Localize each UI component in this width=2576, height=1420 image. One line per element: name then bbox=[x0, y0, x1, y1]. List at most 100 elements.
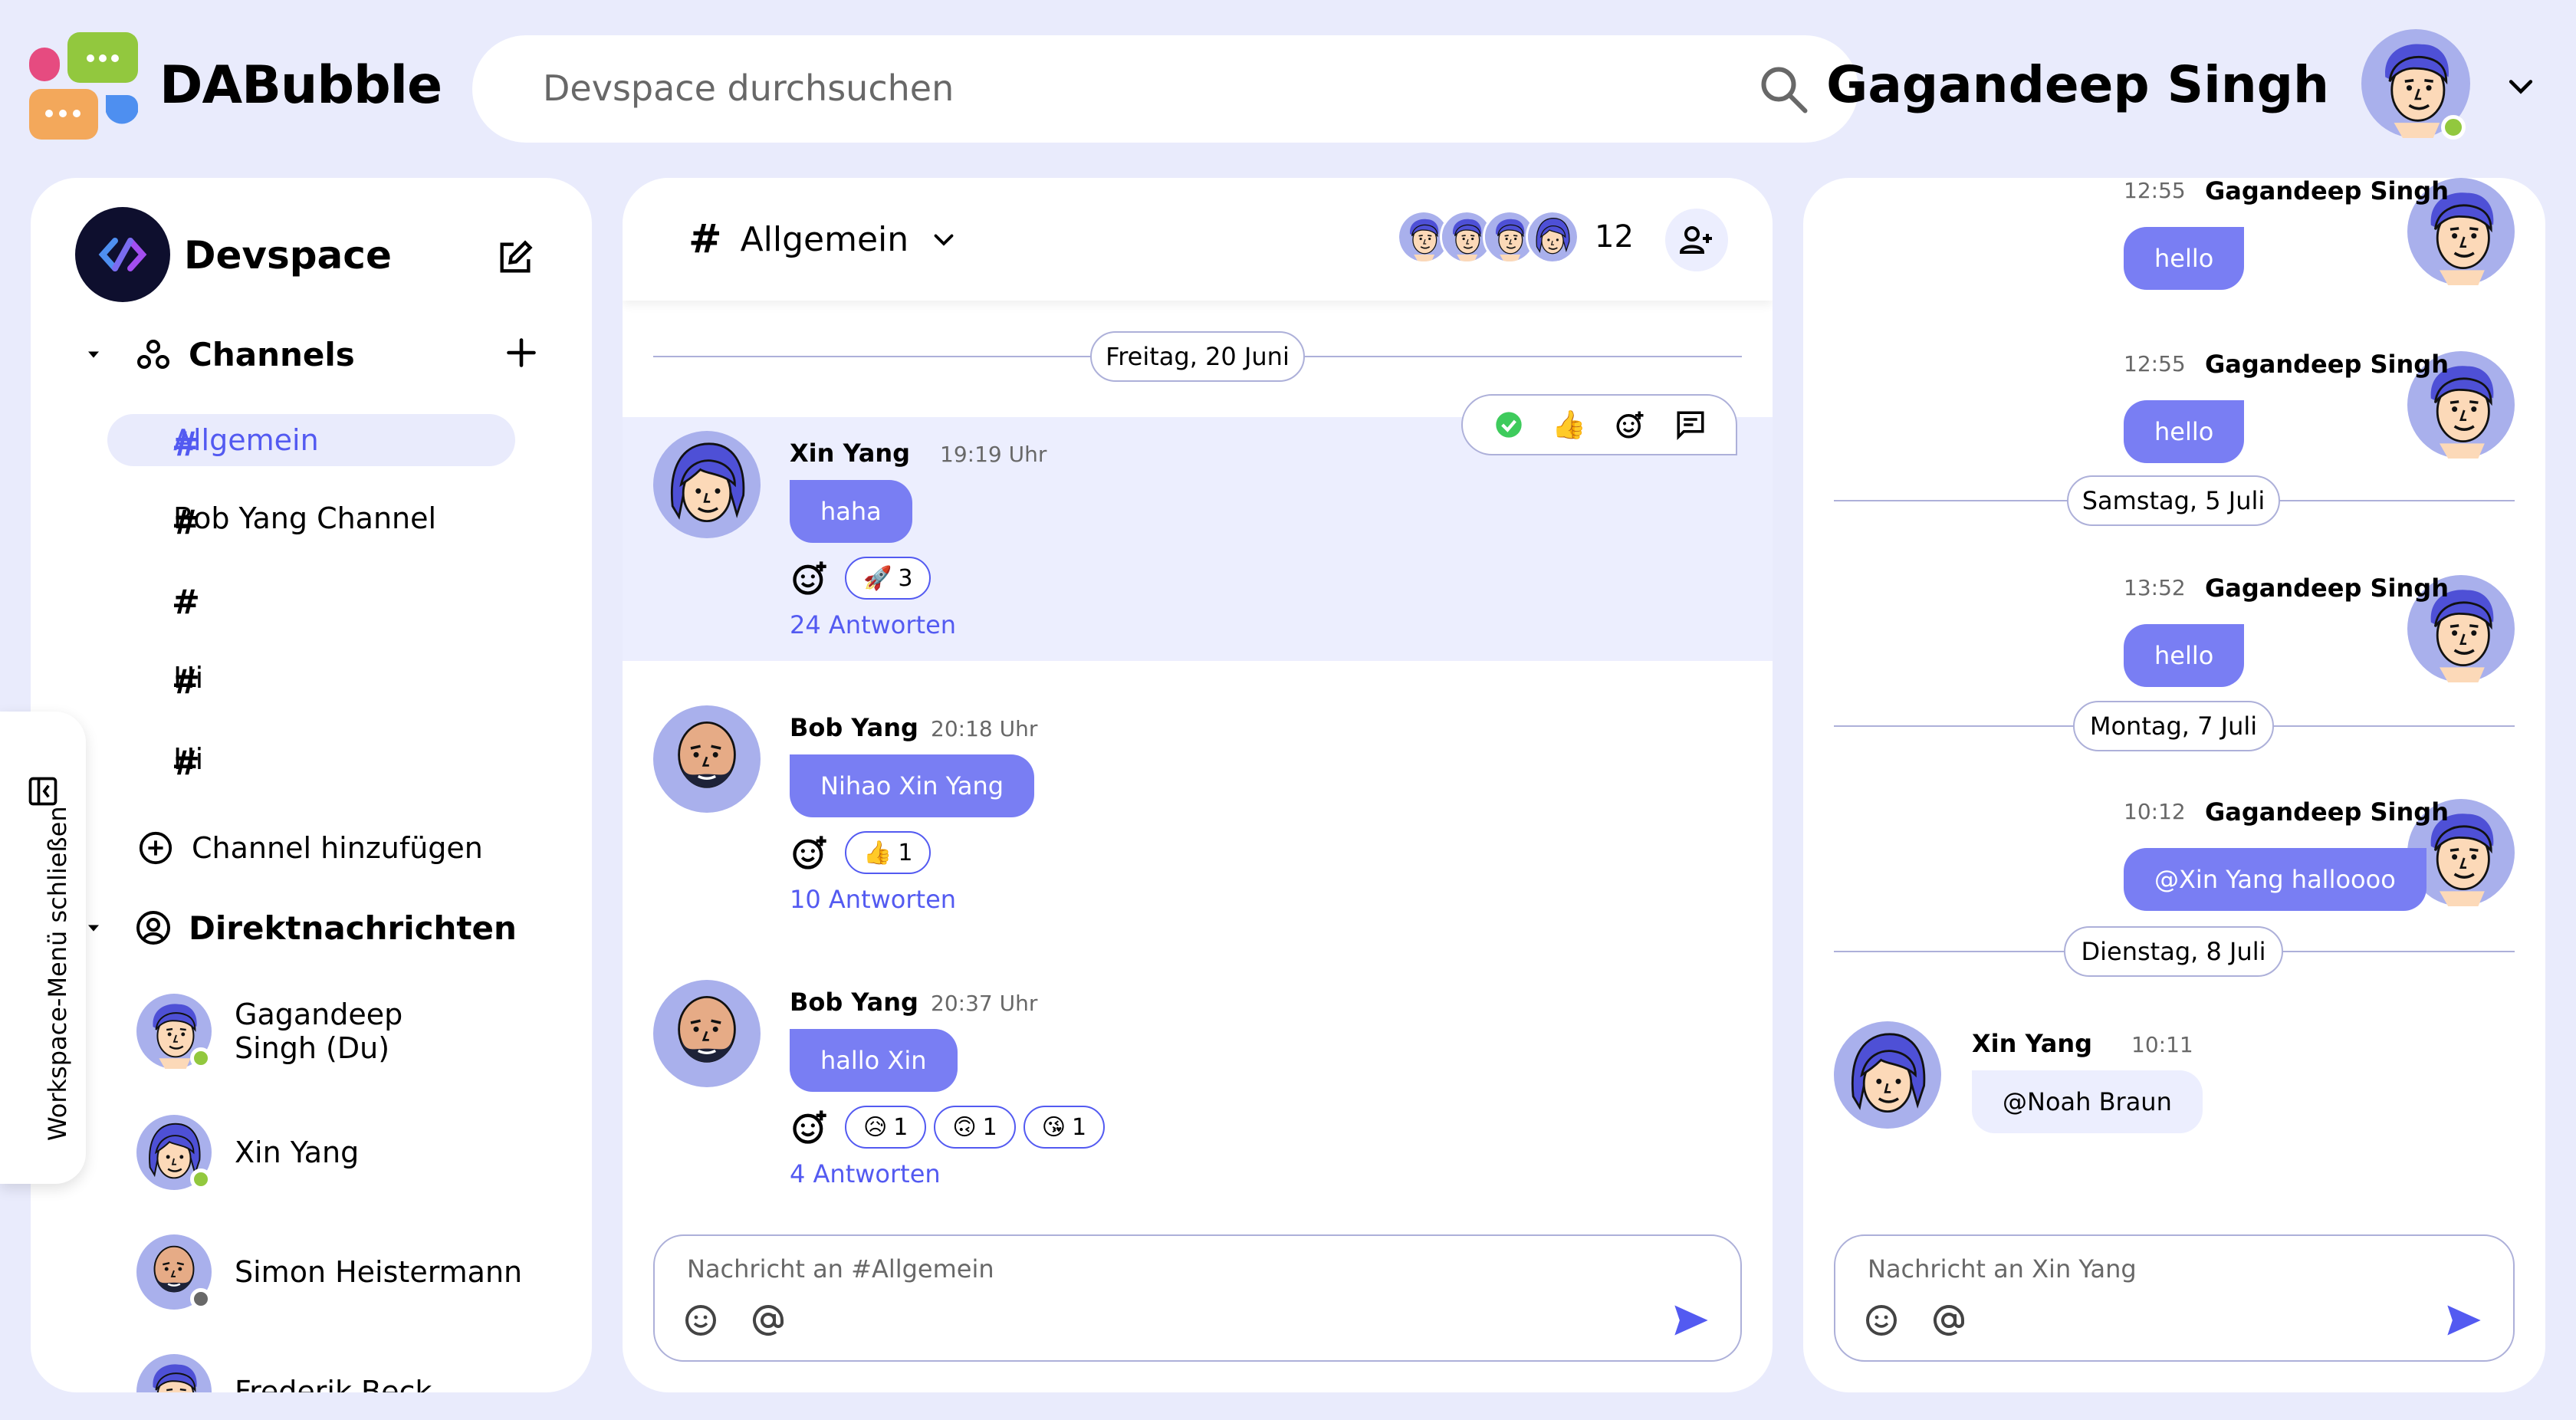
add-channel-plus-icon[interactable] bbox=[504, 336, 538, 370]
add-person-icon bbox=[1679, 226, 1712, 254]
caret-down-icon bbox=[88, 351, 99, 358]
channel-item-bob-yang-channel[interactable]: # Bob Yang Channel bbox=[107, 492, 515, 544]
own-message[interactable]: 12:55 Gagandeep Singh hello bbox=[1840, 350, 2515, 466]
search-placeholder: Devspace durchsuchen bbox=[543, 67, 955, 109]
replies-link[interactable]: 4 Antworten bbox=[790, 1159, 941, 1188]
composer-placeholder: Nachricht an #Allgemein bbox=[687, 1254, 994, 1284]
workspace-menu-toggle[interactable]: Workspace-Menü schließen bbox=[0, 712, 86, 1184]
avatar bbox=[653, 980, 761, 1087]
reaction-chip[interactable]: 😘 1 bbox=[1023, 1106, 1106, 1149]
search-bar[interactable]: Devspace durchsuchen bbox=[472, 35, 1858, 143]
message-author[interactable]: Gagandeep Singh bbox=[2205, 797, 2449, 827]
hash-icon: # bbox=[172, 425, 200, 464]
member-avatar bbox=[1526, 210, 1579, 264]
reaction-chip[interactable]: 🚀 3 bbox=[845, 557, 932, 600]
hash-icon: # bbox=[688, 216, 722, 262]
add-channel-button[interactable]: Channel hinzufügen bbox=[138, 822, 483, 874]
replies-link[interactable]: 10 Antworten bbox=[790, 885, 956, 914]
dm-message-composer[interactable]: Nachricht an Xin Yang bbox=[1834, 1234, 2515, 1362]
message-author[interactable]: Bob Yang bbox=[790, 988, 918, 1017]
channels-icon bbox=[137, 340, 169, 369]
message-author[interactable]: Bob Yang bbox=[790, 713, 918, 742]
dm-name: Simon Heistermann bbox=[235, 1255, 523, 1289]
channels-label: Channels bbox=[189, 335, 355, 373]
date-divider: Montag, 7 Juli bbox=[2073, 701, 2274, 751]
emoji-icon[interactable] bbox=[682, 1302, 719, 1339]
add-reaction-icon[interactable] bbox=[790, 558, 830, 598]
chevron-down-icon[interactable] bbox=[2504, 69, 2538, 103]
message-author[interactable]: Gagandeep Singh bbox=[2205, 178, 2449, 205]
hash-icon: # bbox=[172, 744, 200, 783]
online-indicator bbox=[190, 1047, 212, 1069]
own-message[interactable]: 12:55 Gagandeep Singh hello bbox=[1840, 178, 2515, 293]
avatar bbox=[653, 705, 761, 813]
channel-title-button[interactable]: # Allgemein bbox=[688, 216, 958, 262]
message-bubble: @Noah Braun bbox=[1972, 1070, 2203, 1133]
add-reaction-icon[interactable] bbox=[1612, 407, 1648, 442]
dm-section-toggle[interactable]: Direktnachrichten bbox=[83, 905, 517, 951]
date-divider: Samstag, 5 Juli bbox=[2067, 475, 2280, 526]
emoji-icon[interactable] bbox=[1863, 1302, 1900, 1339]
message-author[interactable]: Xin Yang bbox=[790, 439, 910, 468]
channel-item-allgemein[interactable]: # Allgemein bbox=[107, 414, 515, 466]
mention-icon[interactable] bbox=[750, 1302, 787, 1339]
comment-icon[interactable] bbox=[1673, 407, 1708, 442]
online-indicator bbox=[190, 1169, 212, 1190]
current-user-name[interactable]: Gagandeep Singh bbox=[1826, 55, 2329, 114]
channel-message[interactable]: Bob Yang 20:37 Uhr hallo Xin 😥 1 🙃 1 😘 1 4 … bbox=[653, 980, 1573, 1195]
message-author[interactable]: Gagandeep Singh bbox=[2205, 574, 2449, 603]
message-bubble: haha bbox=[790, 480, 912, 543]
member-count: 12 bbox=[1595, 219, 1634, 255]
channel-item-hi-2[interactable]: # Hi bbox=[107, 733, 515, 785]
avatar bbox=[136, 1234, 212, 1310]
message-author[interactable]: Xin Yang bbox=[1972, 1029, 2092, 1058]
date-divider: Freitag, 20 Juni bbox=[1090, 331, 1305, 382]
dm-item-xin-yang[interactable]: Xin Yang bbox=[136, 1115, 359, 1190]
channel-members-button[interactable]: 12 bbox=[1397, 210, 1634, 264]
mention-icon[interactable] bbox=[1930, 1302, 1967, 1339]
edit-icon[interactable] bbox=[495, 238, 535, 278]
add-reaction-icon[interactable] bbox=[790, 833, 830, 873]
avatar bbox=[136, 1354, 212, 1392]
workspace-sidebar: Devspace Channels # Allgemein # Bob Yang… bbox=[31, 178, 592, 1392]
message-bubble: hello bbox=[2124, 624, 2245, 687]
add-reaction-icon[interactable] bbox=[790, 1107, 830, 1147]
message-time: 20:37 Uhr bbox=[931, 991, 1038, 1016]
message-bubble: hello bbox=[2124, 400, 2245, 463]
search-icon[interactable] bbox=[1756, 61, 1811, 117]
channel-item-unnamed[interactable]: # bbox=[107, 572, 515, 624]
send-icon[interactable] bbox=[1670, 1300, 1713, 1340]
reaction-row: 👍 1 bbox=[790, 831, 938, 874]
channel-name: Allgemein bbox=[740, 219, 909, 259]
channels-section-toggle[interactable]: Channels bbox=[83, 331, 355, 377]
reaction-chip[interactable]: 😥 1 bbox=[845, 1106, 927, 1149]
channel-message-composer[interactable]: Nachricht an #Allgemein bbox=[653, 1234, 1742, 1362]
reaction-count: 3 bbox=[898, 564, 913, 592]
channel-message[interactable]: Xin Yang 19:19 Uhr haha 🚀 3 24 Antworten bbox=[653, 431, 1573, 646]
channel-panel: # Allgemein 12 Freitag, 20 Juni 👍 Xin Ya… bbox=[623, 178, 1773, 1392]
replies-link[interactable]: 24 Antworten bbox=[790, 610, 956, 639]
dm-item-simon-heistermann[interactable]: Simon Heistermann bbox=[136, 1234, 522, 1310]
current-user-avatar[interactable] bbox=[2361, 29, 2470, 140]
message-bubble: @Xin Yang halloooo bbox=[2124, 848, 2426, 911]
own-message[interactable]: 10:12 Gagandeep Singh @Xin Yang halloooo bbox=[1840, 797, 2515, 914]
channel-message[interactable]: Bob Yang 20:18 Uhr Nihao Xin Yang 👍 1 10 … bbox=[653, 705, 1573, 920]
send-icon[interactable] bbox=[2443, 1300, 2486, 1340]
message-author[interactable]: Gagandeep Singh bbox=[2205, 350, 2449, 379]
hash-icon: # bbox=[172, 662, 200, 702]
dm-item-frederik-beck[interactable]: Frederik Beck bbox=[136, 1354, 432, 1392]
channel-item-hi[interactable]: # Hi bbox=[107, 652, 515, 704]
hash-icon: # bbox=[172, 583, 200, 622]
reaction-chip[interactable]: 🙃 1 bbox=[934, 1106, 1016, 1149]
sidebar-collapse-icon bbox=[28, 777, 58, 806]
dm-item-gagandeep-singh[interactable]: Gagandeep Singh (Du) bbox=[136, 994, 480, 1069]
own-message[interactable]: 13:52 Gagandeep Singh hello bbox=[1840, 574, 2515, 690]
workspace-logo-icon bbox=[75, 207, 170, 302]
message-time: 19:19 Uhr bbox=[940, 442, 1047, 467]
reaction-chip[interactable]: 👍 1 bbox=[845, 831, 932, 874]
sad-emoji: 😥 bbox=[863, 1113, 888, 1141]
incoming-message[interactable]: Xin Yang 10:11 @Noah Braun bbox=[1834, 1021, 2371, 1136]
chevron-down-icon bbox=[934, 234, 954, 246]
add-member-button[interactable] bbox=[1665, 209, 1728, 271]
dm-name: Xin Yang bbox=[235, 1136, 360, 1169]
